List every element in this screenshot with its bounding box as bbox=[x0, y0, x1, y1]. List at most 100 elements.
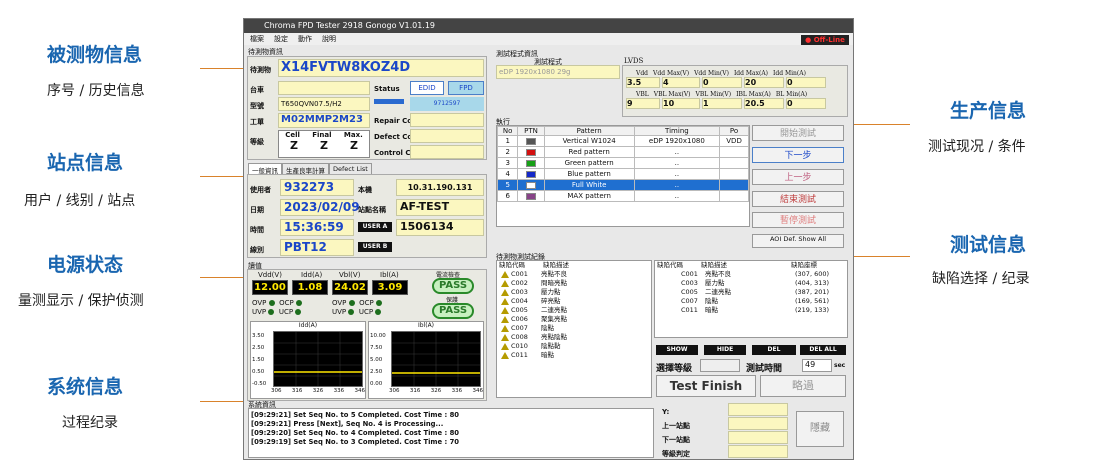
protect-pass-badge: PASS bbox=[432, 303, 474, 319]
lvds-tab[interactable]: LVDS bbox=[624, 57, 643, 65]
order-label: 工單 bbox=[250, 118, 264, 126]
grade-select[interactable] bbox=[700, 359, 740, 372]
defect-list-item[interactable]: C002 問暗亮點 bbox=[497, 279, 651, 288]
warning-icon bbox=[501, 279, 509, 287]
menu-file[interactable]: 檔案 bbox=[250, 34, 264, 44]
date-field: 2023/02/09 bbox=[280, 199, 360, 216]
pattern-row[interactable]: 3 Green pattern.. bbox=[497, 157, 749, 169]
user-label: 使用者 bbox=[250, 186, 271, 194]
show-button[interactable]: SHOW bbox=[656, 345, 698, 355]
warning-icon bbox=[501, 324, 509, 332]
annotation-line bbox=[200, 68, 246, 69]
hide-panel-button[interactable]: 隱藏 bbox=[796, 411, 844, 447]
pattern-row[interactable]: 2 Red pattern.. bbox=[497, 146, 749, 158]
board-field bbox=[278, 81, 370, 95]
fpd-button[interactable]: FPD bbox=[448, 81, 484, 95]
ibl-graph-panel: Ibl(A) 10.00 7.50 5.00 2.50 0.00 306 316 326 33… bbox=[368, 321, 484, 399]
defect-list-item[interactable]: C004 碎亮點 bbox=[497, 297, 651, 306]
protection-flags-bl: OVP OCP UVP UCP bbox=[332, 299, 382, 317]
annotation-subtitle: 量测显示 / 保护侦测 bbox=[18, 293, 144, 309]
line-label: 線別 bbox=[250, 246, 264, 254]
prev-step-button[interactable]: 上一步 bbox=[752, 169, 844, 185]
recorded-defect-row[interactable]: C001 亮點不良 (307, 600) bbox=[655, 270, 847, 279]
defect-list-item[interactable]: C006 聚集亮點 bbox=[497, 315, 651, 324]
vdd-headers: Vdd Vdd Max(V) Vdd Min(V) Idd Max(A) Idd Min… bbox=[636, 70, 806, 77]
pattern-name: Blue pattern bbox=[543, 168, 635, 180]
recorded-defect-row[interactable]: C011 暗點 (219, 133) bbox=[655, 306, 847, 315]
order-field: M02MMP2M23 bbox=[278, 113, 370, 128]
pattern-row[interactable]: 6 MAX pattern.. bbox=[497, 190, 749, 202]
pattern-swatch bbox=[517, 135, 545, 147]
menu-help[interactable]: 說明 bbox=[322, 34, 336, 44]
user-a-button[interactable]: USER A bbox=[358, 222, 392, 232]
annotation-line bbox=[200, 401, 246, 402]
control-field bbox=[410, 145, 484, 159]
grade-select-label: 選擇等級 bbox=[656, 364, 693, 374]
ovp-led-icon bbox=[268, 300, 275, 306]
pattern-swatch bbox=[517, 179, 545, 191]
defect-list-item[interactable]: C011 暗點 bbox=[497, 351, 651, 360]
defect-list-item[interactable]: C001 亮點不良 bbox=[497, 270, 651, 279]
defect-list-item[interactable]: C005 二連亮點 bbox=[497, 306, 651, 315]
status-progress bbox=[374, 99, 404, 104]
test-finish-button[interactable]: Test Finish bbox=[656, 375, 756, 397]
board-label: 台車 bbox=[250, 86, 264, 94]
vdd-value: 12.00 bbox=[252, 280, 288, 295]
system-log[interactable]: [09:29:21] Set Seq No. to 5 Completed. C… bbox=[248, 408, 654, 458]
pattern-table[interactable]: No PTN Pattern Timing Po 1 Vertical W1024 eDP … bbox=[496, 125, 750, 227]
aoi-show-all-button[interactable]: AOI Def. Show All bbox=[752, 234, 844, 248]
menu-settings[interactable]: 設定 bbox=[274, 34, 288, 44]
defect-list-item[interactable]: C010 陰點黏 bbox=[497, 342, 651, 351]
del-all-button[interactable]: DEL ALL bbox=[800, 345, 846, 355]
pattern-po bbox=[719, 157, 749, 169]
recorded-defect-row[interactable]: C005 二連亮點 (387, 201) bbox=[655, 288, 847, 297]
ucp-bl-led-icon bbox=[375, 309, 382, 315]
annotation-subtitle: 测试现况 / 条件 bbox=[928, 139, 1026, 155]
annotation-subtitle: 过程纪录 bbox=[62, 415, 118, 431]
skip-button[interactable]: 略過 bbox=[760, 375, 846, 397]
recorded-defects-list[interactable]: 缺陷代碼 缺陷描述 缺陷座標 C001 亮點不良 (307, 600) C003 壓力點 (4… bbox=[654, 260, 848, 338]
warning-icon bbox=[501, 333, 509, 341]
pattern-po bbox=[719, 168, 749, 180]
recorded-defect-row[interactable]: C003 壓力點 (404, 313) bbox=[655, 279, 847, 288]
log-line: [09:29:21] Press [Next], Seq No. 4 is Pr… bbox=[251, 420, 444, 428]
pattern-swatch bbox=[517, 157, 545, 169]
defect-list-item[interactable]: C003 壓力點 bbox=[497, 288, 651, 297]
ibl-value: 3.09 bbox=[372, 280, 408, 295]
pattern-row[interactable]: 5 Full White.. bbox=[497, 179, 749, 191]
sec-label: sec bbox=[834, 362, 846, 369]
hide-button[interactable]: HIDE bbox=[704, 345, 746, 355]
pattern-name: Green pattern bbox=[543, 157, 635, 169]
fpd-code: 9712597 bbox=[410, 97, 484, 111]
idd-xticks: 306 316 326 336 346 bbox=[271, 388, 365, 394]
pattern-row[interactable]: 1 Vertical W1024 eDP 1920x1080 VDD bbox=[497, 135, 749, 147]
uvp-led-icon bbox=[268, 309, 275, 315]
warning-icon bbox=[501, 297, 509, 305]
ocp-bl-led-icon bbox=[375, 300, 382, 306]
end-test-button[interactable]: 結束測試 bbox=[752, 191, 844, 207]
station-label: 站點名稱 bbox=[358, 206, 386, 214]
next-step-button[interactable]: 下一步 bbox=[752, 147, 844, 163]
defect-list-item[interactable]: C008 亮點陰點 bbox=[497, 333, 651, 342]
idd-value: 1.08 bbox=[292, 280, 328, 295]
vdd-label: Vdd(V) bbox=[258, 271, 282, 279]
vdd-values: 3.5 4 0 20 0 bbox=[626, 77, 826, 88]
recorded-defect-row[interactable]: C007 陰點 (169, 561) bbox=[655, 297, 847, 306]
pattern-no: 4 bbox=[497, 168, 519, 180]
user-b-button[interactable]: USER B bbox=[358, 242, 392, 252]
edid-button[interactable]: EDID bbox=[410, 81, 444, 95]
start-test-button[interactable]: 開始測試 bbox=[752, 125, 844, 141]
pattern-row[interactable]: 4 Blue pattern.. bbox=[497, 168, 749, 180]
defect-list-item[interactable]: C007 陰點 bbox=[497, 324, 651, 333]
ovp-bl-led-icon bbox=[348, 300, 355, 306]
annotation-subtitle: 缺陷选择 / 纪录 bbox=[932, 271, 1030, 287]
window-title: Chroma FPD Tester 2918 Gonogo V1.01.19 bbox=[244, 19, 853, 33]
defect-code-list[interactable]: 缺陷代碼 缺陷描述 C001 亮點不良 C002 問暗亮點 C003 壓力點 C004 碎亮點 C… bbox=[496, 260, 652, 398]
ibl-graph-title: Ibl(A) bbox=[417, 322, 435, 329]
del-button[interactable]: DEL bbox=[752, 345, 796, 355]
program-group-label: 測試程式資訊 bbox=[496, 50, 538, 58]
menu-action[interactable]: 動作 bbox=[298, 34, 312, 44]
log-line: [09:29:19] Set Seq No. to 3 Completed. C… bbox=[251, 438, 460, 446]
pause-test-button[interactable]: 暫停測試 bbox=[752, 212, 844, 228]
idd-yticks: 3.50 2.50 1.50 0.50 -0.50 bbox=[252, 333, 267, 387]
